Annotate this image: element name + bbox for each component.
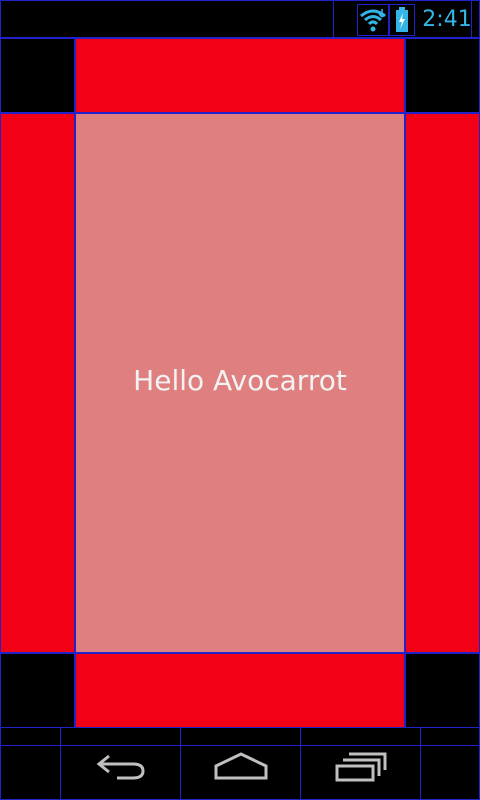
top-panel (75, 38, 405, 113)
center-panel: Hello Avocarrot (75, 113, 405, 653)
corner-panel-bottom-left (0, 653, 75, 728)
corner-panel-top-left (0, 38, 75, 113)
status-divider (333, 1, 334, 39)
recent-apps-button[interactable] (300, 727, 421, 800)
battery-charging-icon (389, 4, 415, 36)
greeting-text: Hello Avocarrot (133, 364, 347, 397)
navigation-bar (0, 727, 480, 800)
home-icon (214, 752, 268, 780)
nav-spacer-right (420, 727, 480, 800)
corner-panel-bottom-right (405, 653, 480, 728)
right-panel (405, 113, 480, 653)
wifi-icon (357, 4, 389, 36)
corner-panel-top-right (405, 38, 480, 113)
left-panel (0, 113, 75, 653)
home-button[interactable] (180, 727, 301, 800)
back-button[interactable] (60, 727, 181, 800)
nav-spacer-left (0, 727, 61, 800)
status-bar: 2:41 (0, 0, 480, 39)
back-icon (96, 754, 145, 780)
bottom-panel (75, 653, 405, 728)
recent-apps-icon (335, 752, 387, 782)
status-clock: 2:41 (422, 7, 472, 32)
